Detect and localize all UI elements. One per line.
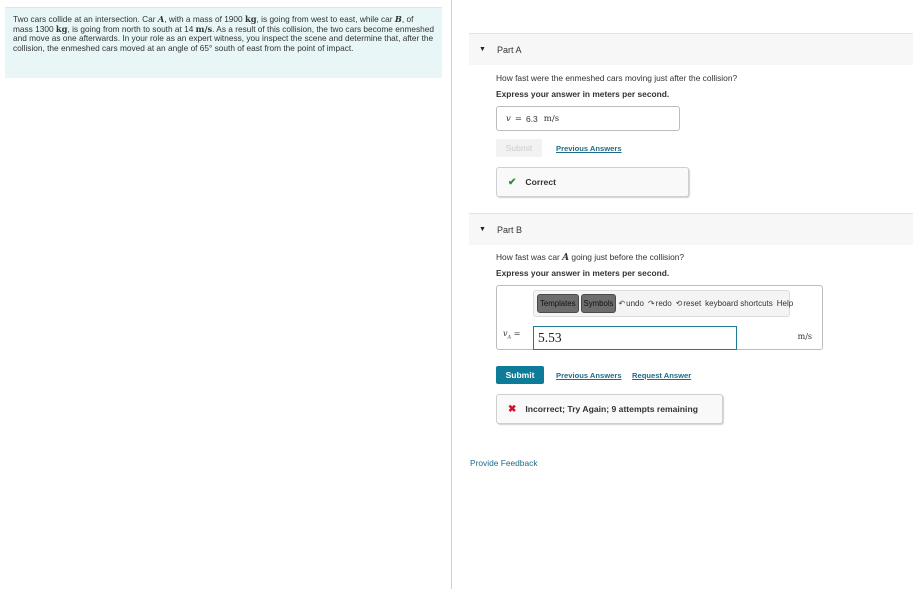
part-a-feedback: ✔ Correct — [496, 167, 689, 197]
part-b-previous-answers-link[interactable]: Previous Answers — [556, 371, 622, 380]
problem-math: kg — [55, 23, 68, 34]
problem-text: , is going from west to east, while car — [256, 14, 395, 24]
reset-button[interactable]: reset — [683, 299, 701, 308]
problem-text: , is going from north to south at 14 — [67, 23, 196, 34]
question-text: going just before the collision? — [569, 252, 685, 262]
answer-input[interactable]: 5.53 — [533, 326, 737, 350]
undo-button[interactable]: undo — [626, 299, 644, 308]
part-a-header[interactable]: ▼ Part A — [469, 33, 913, 65]
part-b-submit-button[interactable]: Submit — [496, 366, 544, 384]
answer-variable-label: vA = — [503, 329, 520, 341]
keyboard-shortcuts-button[interactable]: keyboard shortcuts — [705, 299, 773, 308]
part-a-title: Part A — [497, 44, 522, 55]
problem-math: m/s — [195, 23, 213, 34]
panel-divider — [451, 0, 452, 589]
redo-icon: ↷ — [647, 299, 655, 308]
collapse-triangle-icon: ▼ — [479, 46, 486, 53]
answer-unit: m/s — [543, 113, 560, 124]
answer-subscript: A — [507, 334, 512, 341]
collapse-triangle-icon: ▼ — [479, 226, 486, 233]
part-b-feedback: ✖ Incorrect; Try Again; 9 attempts remai… — [496, 394, 723, 424]
undo-icon: ↶ — [618, 299, 626, 308]
part-b-answer-editor: Templates Symbols ↶ undo ↷ redo ⟲ reset … — [496, 285, 823, 350]
provide-feedback-link[interactable]: Provide Feedback — [470, 458, 538, 468]
math-toolbar: Templates Symbols ↶ undo ↷ redo ⟲ reset … — [533, 290, 793, 317]
part-a-answer-display: v = 6.3 m/s — [496, 106, 680, 131]
feedback-text: Correct — [525, 177, 556, 187]
request-answer-link[interactable]: Request Answer — [632, 371, 691, 380]
part-a-instruction: Express your answer in meters per second… — [496, 89, 670, 99]
question-text: How fast was car — [496, 252, 563, 262]
problem-statement: Two cars collide at an intersection. Car… — [5, 7, 442, 78]
symbols-button[interactable]: Symbols — [580, 294, 617, 313]
part-b-header[interactable]: ▼ Part B — [469, 213, 913, 245]
answer-value: 6.3 — [525, 113, 538, 124]
part-b-question: How fast was car A going just before the… — [496, 252, 684, 263]
part-a-previous-answers-link[interactable]: Previous Answers — [556, 144, 622, 153]
answer-unit: m/s — [797, 332, 812, 341]
templates-button[interactable]: Templates — [537, 294, 579, 313]
x-icon: ✖ — [508, 403, 517, 415]
part-b-instruction: Express your answer in meters per second… — [496, 268, 670, 278]
problem-text: , with a mass of 1900 — [164, 14, 245, 24]
part-a-submit-button[interactable]: Submit — [496, 139, 542, 157]
problem-math: B — [394, 14, 402, 24]
answer-variable: v — [506, 113, 511, 124]
part-b-title: Part B — [497, 224, 523, 235]
problem-math: kg — [244, 14, 257, 24]
help-button[interactable]: Help — [777, 299, 793, 308]
answer-equals: = — [513, 329, 521, 338]
redo-button[interactable]: redo — [656, 299, 672, 308]
reset-icon: ⟲ — [675, 299, 683, 308]
check-icon: ✔ — [508, 176, 517, 188]
problem-text: Two cars collide at an intersection. Car — [13, 14, 158, 24]
feedback-text: Incorrect; Try Again; 9 attempts remaini… — [525, 404, 698, 414]
answer-equals: = — [514, 113, 522, 124]
part-a-question: How fast were the enmeshed cars moving j… — [496, 73, 738, 83]
